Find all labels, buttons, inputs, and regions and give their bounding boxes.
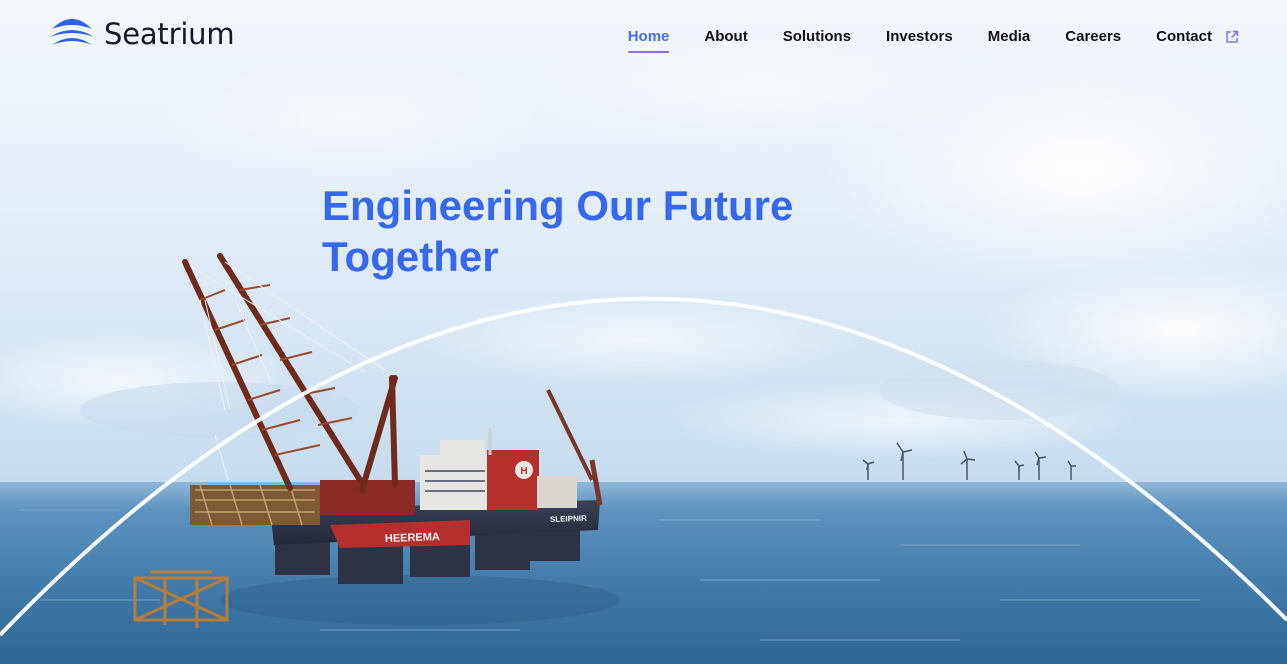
svg-text:SLEIPNIR: SLEIPNIR	[550, 514, 587, 524]
nav-investors-link[interactable]: Investors	[886, 28, 953, 51]
external-link-icon[interactable]	[1225, 30, 1239, 44]
nav-about-link[interactable]: About	[704, 28, 747, 51]
seatrium-wave-logo-icon	[50, 19, 94, 45]
nav-careers-link[interactable]: Careers	[1065, 28, 1121, 51]
nav-home-link[interactable]: Home	[627, 28, 669, 53]
main-navigation: Home About Solutions Investors Media Car…	[593, 28, 1239, 53]
nav-contact-link[interactable]: Contact	[1156, 28, 1212, 51]
seatrium-logo[interactable]: Seatrium	[48, 17, 235, 51]
hero-title: Engineering Our Future Together	[322, 182, 794, 280]
svg-text:HEEREMA: HEEREMA	[385, 531, 440, 545]
svg-text:H: H	[520, 466, 527, 477]
nav-solutions-link[interactable]: Solutions	[783, 28, 851, 51]
site-header: Seatrium Home About Solutions Investors …	[0, 0, 1287, 74]
hero-background-image: H HEEREMA SLEIPNIR	[0, 0, 1287, 664]
brand-name: Seatrium	[104, 17, 235, 51]
nav-media-link[interactable]: Media	[988, 28, 1031, 51]
